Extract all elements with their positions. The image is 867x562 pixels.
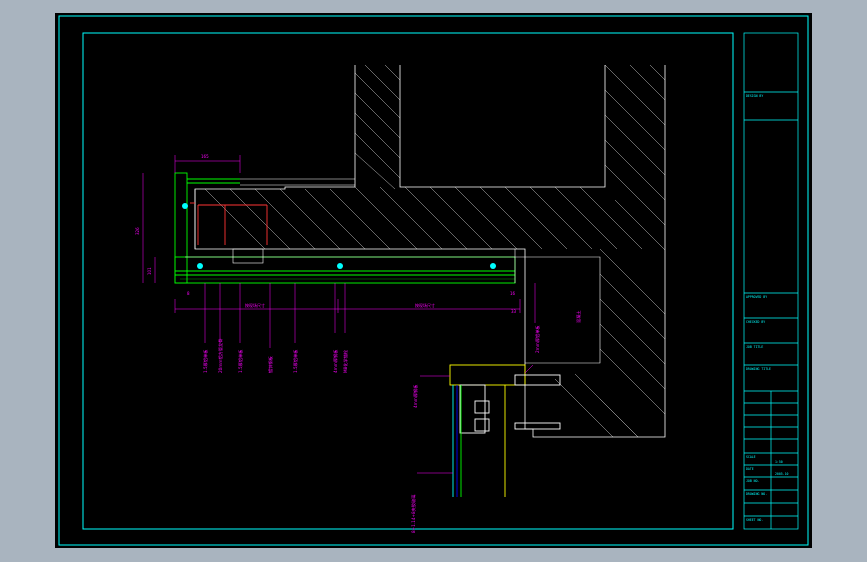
dim-left-small: 101	[147, 267, 152, 275]
note-3: 1.5厚铝单板	[237, 349, 244, 373]
tb-design-by: DESIGN BY	[746, 94, 763, 98]
tb-sheet-no: SHEET NO.	[746, 518, 763, 522]
dim-span-right: 按现场尺寸	[415, 302, 435, 308]
outer-frame	[58, 15, 809, 546]
panel-hatch	[180, 278, 515, 284]
concrete-hatch	[204, 64, 666, 438]
tb-drawing-title: DRAWING TITLE	[746, 367, 771, 371]
inner-frame	[82, 32, 734, 530]
tb-drawing-no: DRAWING NO.	[746, 492, 767, 496]
tb-scale-value: 1:50	[775, 460, 783, 464]
note-11: 混凝土	[575, 310, 582, 323]
note-5: 1.5厚铝单板	[292, 349, 299, 373]
cad-drawing: DESIGN BY APPROVED BY CHECKED BY JOB TIT…	[58, 15, 809, 546]
dim-right-small: 33	[511, 309, 517, 314]
dimension-lines	[142, 155, 536, 474]
tb-date-value: 2005.10	[775, 472, 789, 476]
concrete-structure	[194, 65, 666, 438]
curtain-wall	[449, 364, 561, 497]
dim-span-left: 按现场尺寸	[245, 302, 265, 308]
note-9: 4mm厚钢板	[412, 384, 419, 408]
dim-top-width: 165	[201, 154, 209, 159]
note-1: 1.5厚铝单板	[202, 349, 209, 373]
note-4: 镀锌钢板	[267, 355, 274, 373]
note-2: 20mm铝方管龙骨	[217, 339, 224, 373]
tb-scale: SCALE	[746, 455, 756, 459]
tb-job-title: JOB TITLE	[746, 345, 763, 349]
dim-bottom-left: 8	[187, 291, 190, 296]
tb-job-no: JOB NO.	[746, 479, 760, 483]
tb-approved: APPROVED BY	[746, 295, 767, 299]
note-8: 2mm厚铝单板	[534, 325, 541, 353]
steel-frame	[190, 202, 268, 245]
tb-date: DATE	[746, 467, 754, 471]
note-10: 8+1.14+8夹胶玻璃	[410, 495, 417, 533]
dim-left-height: 326	[135, 227, 140, 235]
soffit-panel	[174, 172, 516, 284]
drawing-sheet: DESIGN BY APPROVED BY CHECKED BY JOB TIT…	[55, 13, 812, 548]
note-7: M8化学锚栓	[342, 349, 349, 373]
tb-checked: CHECKED BY	[746, 320, 765, 324]
note-6: 4mm厚钢板	[332, 349, 339, 373]
dim-bottom-right: 16	[510, 291, 516, 296]
